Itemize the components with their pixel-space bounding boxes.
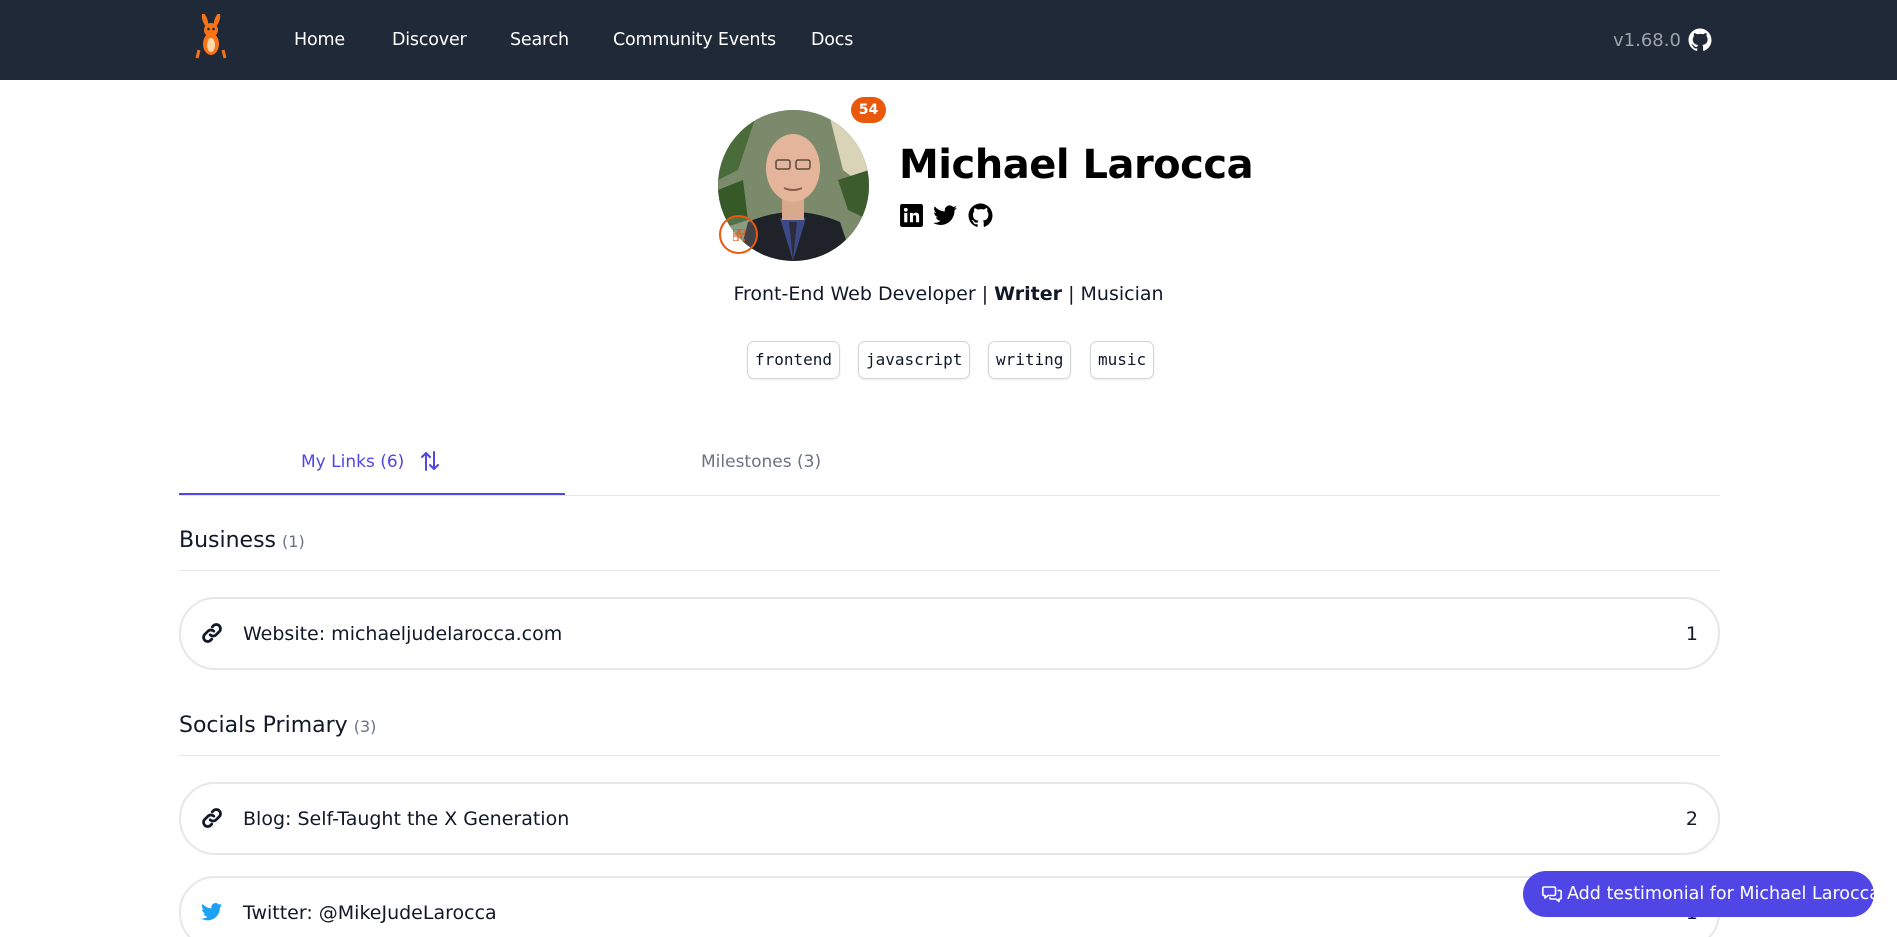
tag-frontend[interactable]: frontend — [747, 341, 841, 379]
link-label: Website: michaeljudelarocca.com — [243, 623, 563, 645]
click-count: 1 — [1685, 623, 1698, 645]
twitter-icon — [201, 903, 223, 921]
add-testimonial-label: Add testimonial for Michael Larocca — [1567, 884, 1880, 904]
profile-name: Michael Larocca — [899, 142, 1254, 188]
github-icon[interactable] — [1688, 28, 1712, 52]
click-count: 2 — [1685, 808, 1698, 830]
link-row-website[interactable]: Website: michaeljudelarocca.com 1 — [179, 597, 1720, 670]
tag-writing[interactable]: writing — [988, 341, 1072, 379]
version-label: v1.68.0 — [1613, 30, 1681, 51]
add-testimonial-button[interactable]: Add testimonial for Michael Larocca — [1523, 871, 1880, 917]
tab-divider — [179, 495, 1720, 496]
section-name: Socials Primary — [179, 713, 348, 738]
bio-bold-text: Writer — [994, 283, 1063, 305]
twitter-icon[interactable] — [933, 203, 958, 228]
linkfree-logo-icon[interactable] — [191, 14, 231, 60]
section-divider — [179, 755, 1720, 756]
chat-bubbles-icon — [1542, 886, 1562, 903]
qr-code-button[interactable] — [719, 215, 758, 254]
section-divider — [179, 570, 1720, 571]
link-row-twitter[interactable]: Twitter: @MikeJudeLarocca 1 — [179, 876, 1720, 937]
section-count: (1) — [282, 532, 305, 551]
profile-bio: Front-End Web Developer | Writer | Music… — [0, 283, 1897, 305]
nav-docs-link[interactable]: Docs — [811, 30, 853, 50]
link-row-blog[interactable]: Blog: Self-Taught the X Generation 2 — [179, 782, 1720, 855]
linkedin-icon[interactable] — [899, 203, 924, 228]
tag-javascript[interactable]: javascript — [858, 341, 971, 379]
nav-discover-link[interactable]: Discover — [392, 30, 467, 50]
top-navbar: Home Discover Search Community Events Do… — [0, 0, 1897, 80]
section-title-socials-primary: Socials Primary (3) — [179, 713, 376, 738]
tab-my-links[interactable]: My Links (6) — [301, 452, 404, 472]
section-name: Business — [179, 528, 277, 553]
nav-search-link[interactable]: Search — [510, 30, 569, 50]
link-icon — [202, 808, 222, 828]
bio-text: Front-End Web Developer | — [733, 283, 995, 305]
nav-community-events-link[interactable]: Community Events — [613, 30, 776, 50]
bio-text: | Musician — [1062, 283, 1164, 305]
link-label: Twitter: @MikeJudeLarocca — [243, 902, 497, 924]
qr-code-icon — [733, 229, 745, 241]
tab-milestones[interactable]: Milestones (3) — [701, 452, 821, 472]
tag-music[interactable]: music — [1090, 341, 1155, 379]
section-title-business: Business (1) — [179, 528, 305, 553]
github-icon[interactable] — [968, 203, 993, 228]
link-label: Blog: Self-Taught the X Generation — [243, 808, 570, 830]
link-icon — [202, 623, 222, 643]
score-badge: 54 — [851, 97, 886, 123]
active-tab-indicator — [179, 493, 565, 495]
nav-home-link[interactable]: Home — [294, 30, 345, 50]
section-count: (3) — [353, 717, 377, 736]
sort-icon[interactable] — [421, 450, 439, 472]
